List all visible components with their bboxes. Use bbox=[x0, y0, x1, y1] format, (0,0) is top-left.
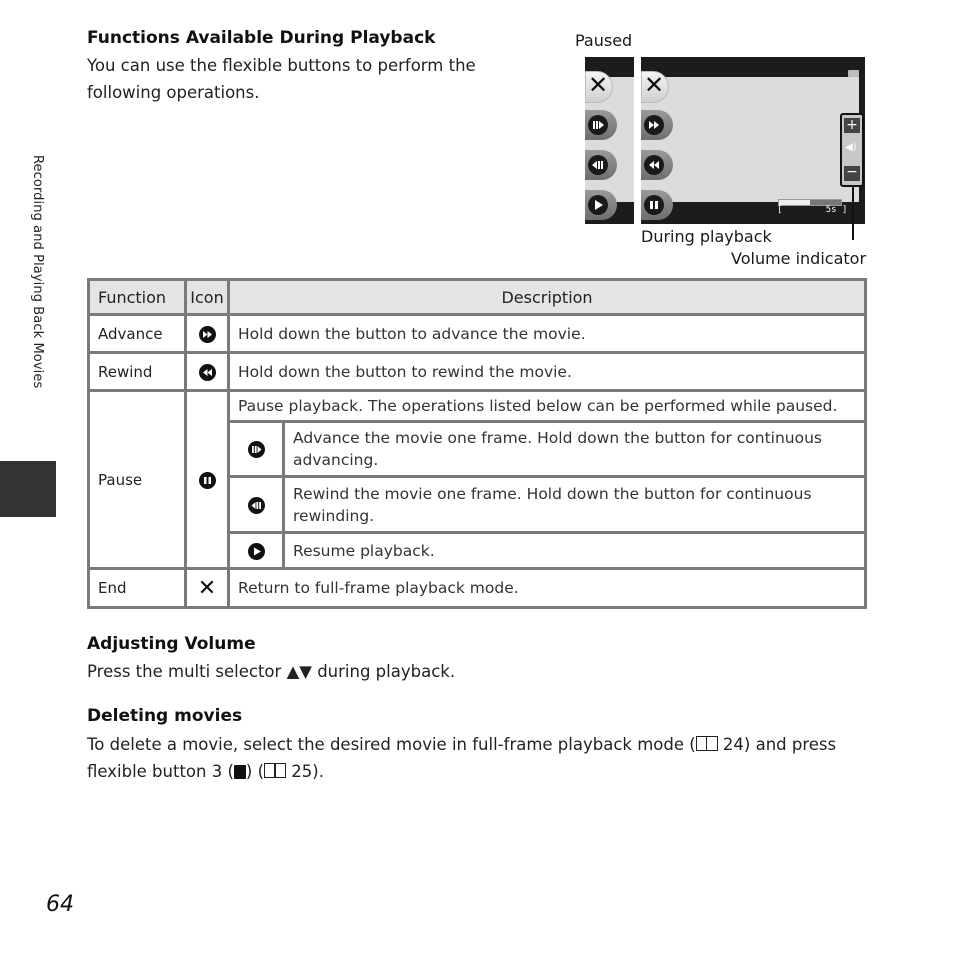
paused-screen: ✕ bbox=[585, 57, 634, 224]
intro-line-2: following operations. bbox=[87, 83, 260, 102]
up-down-arrows-icon: ▲▼ bbox=[286, 662, 312, 681]
delete-text: ) and press bbox=[743, 735, 837, 754]
delete-line-1: To delete a movie, select the desired mo… bbox=[87, 731, 836, 758]
chapter-tab-marker bbox=[0, 461, 56, 517]
function-end: End bbox=[87, 567, 187, 609]
rewind-icon bbox=[198, 363, 216, 381]
table-header-row: Function Icon Description bbox=[87, 278, 867, 316]
header-icon: Icon bbox=[184, 278, 230, 316]
trash-icon bbox=[233, 765, 246, 779]
description-rewind: Hold down the button to rewind the movie… bbox=[227, 351, 867, 392]
delete-line-2: flexible button 3 ( ) ( 25). bbox=[87, 758, 324, 785]
time-readout: [ 5s ] bbox=[777, 205, 848, 215]
volume-down-icon: − bbox=[844, 165, 860, 181]
intro-line-1: You can use the flexible buttons to perf… bbox=[87, 56, 476, 75]
page-ref-24[interactable]: 24 bbox=[723, 735, 744, 754]
during-playback-label: During playback bbox=[641, 227, 772, 246]
close-icon: ✕ bbox=[644, 71, 665, 99]
fast-forward-icon bbox=[198, 325, 216, 343]
pause-button bbox=[641, 190, 673, 220]
function-rewind: Rewind bbox=[87, 351, 187, 392]
book-reference-icon bbox=[264, 763, 287, 778]
description-advance: Hold down the button to advance the movi… bbox=[227, 313, 867, 354]
header-description: Description bbox=[227, 278, 867, 316]
pause-icon bbox=[644, 195, 664, 215]
volume-indicator-label: Volume indicator bbox=[731, 249, 867, 268]
play-icon bbox=[588, 195, 608, 215]
frame-rewind-button bbox=[585, 150, 617, 180]
volume-text: Press the multi selector ▲▼ during playb… bbox=[87, 658, 455, 685]
description-frame-rewind: Rewind the movie one frame. Hold down th… bbox=[282, 475, 867, 534]
battery-icon bbox=[848, 70, 859, 77]
play-button bbox=[585, 190, 617, 220]
delete-text: ) ( bbox=[245, 762, 265, 781]
play-icon bbox=[247, 542, 265, 560]
description-pause: Pause playback. The operations listed be… bbox=[227, 389, 867, 423]
function-advance: Advance bbox=[87, 313, 187, 354]
rewind-button bbox=[641, 150, 673, 180]
rewind-icon bbox=[644, 155, 664, 175]
close-icon: ✕ bbox=[197, 575, 217, 601]
speaker-icon: ◀) bbox=[845, 142, 857, 153]
page-number: 64 bbox=[46, 892, 74, 917]
header-function: Function bbox=[87, 278, 187, 316]
description-frame-advance: Advance the movie one frame. Hold down t… bbox=[282, 420, 867, 478]
delete-text: ). bbox=[312, 762, 324, 781]
frame-advance-icon bbox=[588, 115, 608, 135]
fast-forward-button bbox=[641, 110, 673, 140]
pause-icon bbox=[198, 471, 216, 489]
table-row: Advance Hold down the button to advance … bbox=[87, 313, 867, 354]
paused-label: Paused bbox=[575, 31, 633, 50]
book-reference-icon bbox=[695, 736, 718, 751]
frame-rewind-icon bbox=[247, 496, 265, 514]
delete-text: To delete a movie, select the desired mo… bbox=[87, 735, 696, 754]
frame-advance-icon bbox=[247, 441, 265, 458]
table-row: Rewind Hold down the button to rewind th… bbox=[87, 351, 867, 392]
table-row: End ✕ Return to full-frame playback mode… bbox=[87, 567, 867, 609]
volume-text-after: during playback. bbox=[311, 662, 456, 681]
close-icon: ✕ bbox=[588, 71, 609, 99]
volume-leader-line bbox=[852, 185, 854, 240]
volume-heading: Adjusting Volume bbox=[87, 634, 256, 654]
fast-forward-icon bbox=[644, 115, 664, 135]
delete-heading: Deleting movies bbox=[87, 706, 243, 726]
playback-screen: ✕ + ◀) − [ 5s ] bbox=[641, 57, 865, 224]
frame-rewind-icon bbox=[588, 155, 608, 175]
page-ref-25[interactable]: 25 bbox=[291, 762, 312, 781]
frame-advance-button bbox=[585, 110, 617, 140]
function-pause: Pause bbox=[87, 389, 187, 570]
description-resume: Resume playback. bbox=[282, 531, 867, 570]
table-row: Pause Pause playback. The operations lis… bbox=[87, 389, 867, 570]
volume-indicator: + ◀) − bbox=[840, 113, 864, 187]
functions-table: Function Icon Description Advance Hold d… bbox=[87, 278, 867, 609]
volume-up-icon: + bbox=[844, 118, 860, 133]
delete-text: flexible button 3 ( bbox=[87, 762, 234, 781]
chapter-side-tab: Recording and Playing Back Movies bbox=[30, 155, 45, 389]
description-end: Return to full-frame playback mode. bbox=[227, 567, 867, 609]
section-heading: Functions Available During Playback bbox=[87, 28, 436, 48]
volume-text-before: Press the multi selector bbox=[87, 662, 287, 681]
